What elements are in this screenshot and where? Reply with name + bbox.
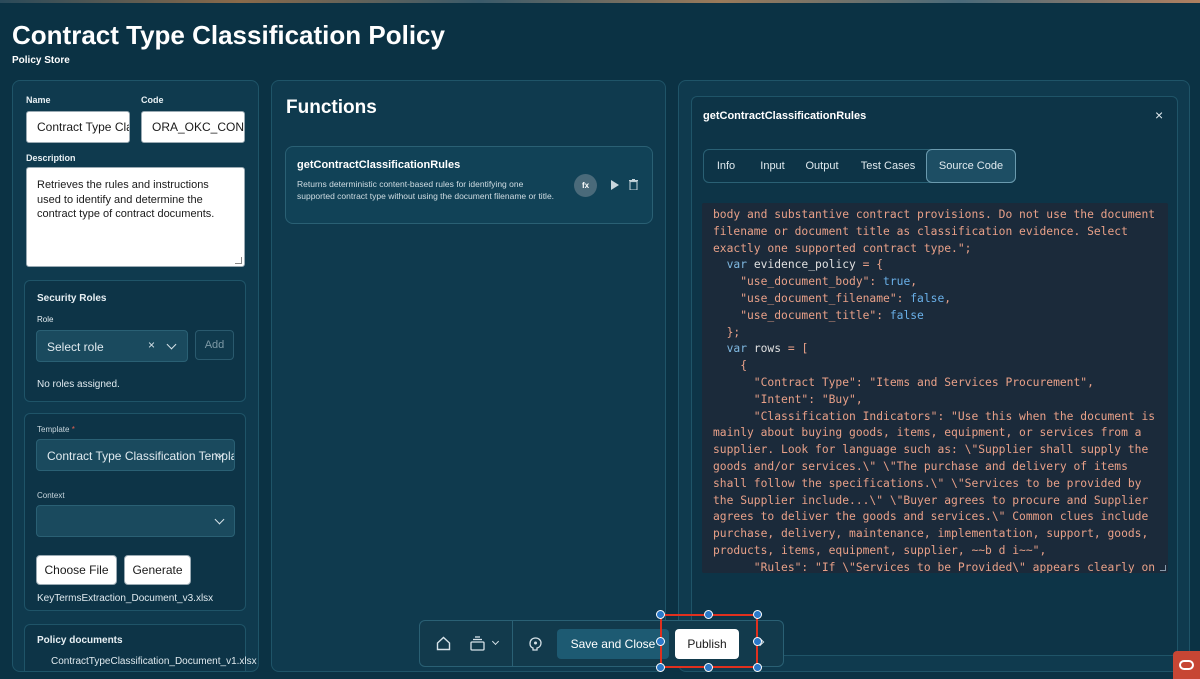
detail-title: getContractClassificationRules — [703, 110, 867, 122]
description-label: Description — [26, 153, 76, 163]
home-icon[interactable] — [436, 636, 451, 651]
template-card: Template * Contract Type Classification … — [24, 413, 246, 611]
choose-file-button[interactable]: Choose File — [36, 555, 117, 585]
description-field[interactable]: Retrieves the rules and instructions use… — [26, 167, 245, 267]
role-label: Role — [37, 315, 54, 324]
resize-handle-bottom-right[interactable] — [753, 663, 762, 672]
bottom-toolbar: Save and Close Publish — [419, 620, 784, 667]
function-name: getContractClassificationRules — [297, 159, 461, 171]
toolbar-divider — [512, 621, 513, 666]
chevron-down-icon[interactable] — [491, 637, 500, 646]
resize-grip-icon[interactable] — [235, 257, 242, 264]
functions-title: Functions — [286, 97, 377, 118]
resize-handle-top-left[interactable] — [656, 610, 665, 619]
detail-tabs: Info Input Output Test Cases Source Code — [703, 149, 1016, 183]
no-roles-text: No roles assigned. — [37, 379, 120, 390]
policy-documents-card: Policy documents ContractTypeClassificat… — [24, 624, 257, 671]
page-title: Contract Type Classification Policy — [12, 20, 445, 50]
source-code-editor[interactable]: body and substantive contract provisions… — [702, 203, 1168, 573]
tab-source-code[interactable]: Source Code — [926, 149, 1016, 183]
context-select[interactable] — [36, 505, 235, 537]
template-label: Template * — [37, 425, 75, 434]
security-roles-card: Security Roles Role Select role × Add No… — [24, 280, 246, 402]
functions-panel: Functions getContractClassificationRules… — [271, 80, 666, 672]
selected-file-name: KeyTermsExtraction_Document_v3.xlsx — [37, 593, 214, 604]
add-role-button[interactable]: Add — [195, 330, 234, 360]
tab-test-cases[interactable]: Test Cases — [853, 150, 923, 182]
template-select[interactable]: Contract Type Classification Template — [36, 439, 235, 471]
resize-handle-top-right[interactable] — [753, 610, 762, 619]
page-subtitle: Policy Store — [12, 55, 70, 66]
resize-handle-bottom[interactable] — [704, 663, 713, 672]
description-text: Retrieves the rules and instructions use… — [37, 179, 215, 220]
tab-info[interactable]: Info — [704, 150, 748, 182]
resize-handle-left[interactable] — [656, 637, 665, 646]
play-icon[interactable] — [611, 180, 619, 190]
source-code-text: body and substantive contract provisions… — [713, 208, 1156, 573]
name-field[interactable]: Contract Type Classification Policy — [26, 111, 130, 143]
code-label: Code — [141, 95, 164, 105]
resize-handle-right[interactable] — [753, 637, 762, 646]
resize-handle-top[interactable] — [704, 610, 713, 619]
brain-icon[interactable] — [528, 636, 543, 651]
name-label: Name — [26, 95, 51, 105]
policy-documents-title: Policy documents — [37, 635, 123, 646]
function-card[interactable]: getContractClassificationRules Returns d… — [285, 146, 653, 224]
generate-button[interactable]: Generate — [124, 555, 191, 585]
trash-icon[interactable] — [629, 179, 638, 190]
fx-icon: fx — [574, 174, 597, 197]
function-description: Returns deterministic content-based rule… — [297, 179, 555, 201]
resize-grip-icon[interactable] — [1160, 565, 1166, 571]
top-banner-strip — [0, 0, 1200, 3]
role-select[interactable]: Select role — [36, 330, 188, 362]
tab-input[interactable]: Input — [751, 150, 794, 182]
clear-icon[interactable]: × — [148, 338, 155, 352]
resize-handle-bottom-left[interactable] — [656, 663, 665, 672]
context-label: Context — [37, 491, 65, 500]
policy-document-item[interactable]: ContractTypeClassification_Document_v1.x… — [51, 656, 257, 667]
security-roles-title: Security Roles — [37, 293, 107, 304]
template-select-value: Contract Type Classification Template — [47, 449, 235, 463]
layers-icon[interactable] — [470, 636, 485, 651]
save-and-close-button[interactable]: Save and Close — [557, 629, 669, 659]
policy-form-panel: Name Code Contract Type Classification P… — [12, 80, 259, 672]
close-icon[interactable]: × — [1155, 107, 1163, 123]
oracle-logo-icon[interactable] — [1173, 651, 1200, 679]
code-field[interactable]: ORA_OKC_CONTRACT_TYPE — [141, 111, 245, 143]
tab-output[interactable]: Output — [797, 150, 847, 182]
publish-button[interactable]: Publish — [675, 629, 739, 659]
function-detail-panel: getContractClassificationRules × Info In… — [691, 96, 1178, 656]
role-select-placeholder: Select role — [47, 340, 104, 354]
